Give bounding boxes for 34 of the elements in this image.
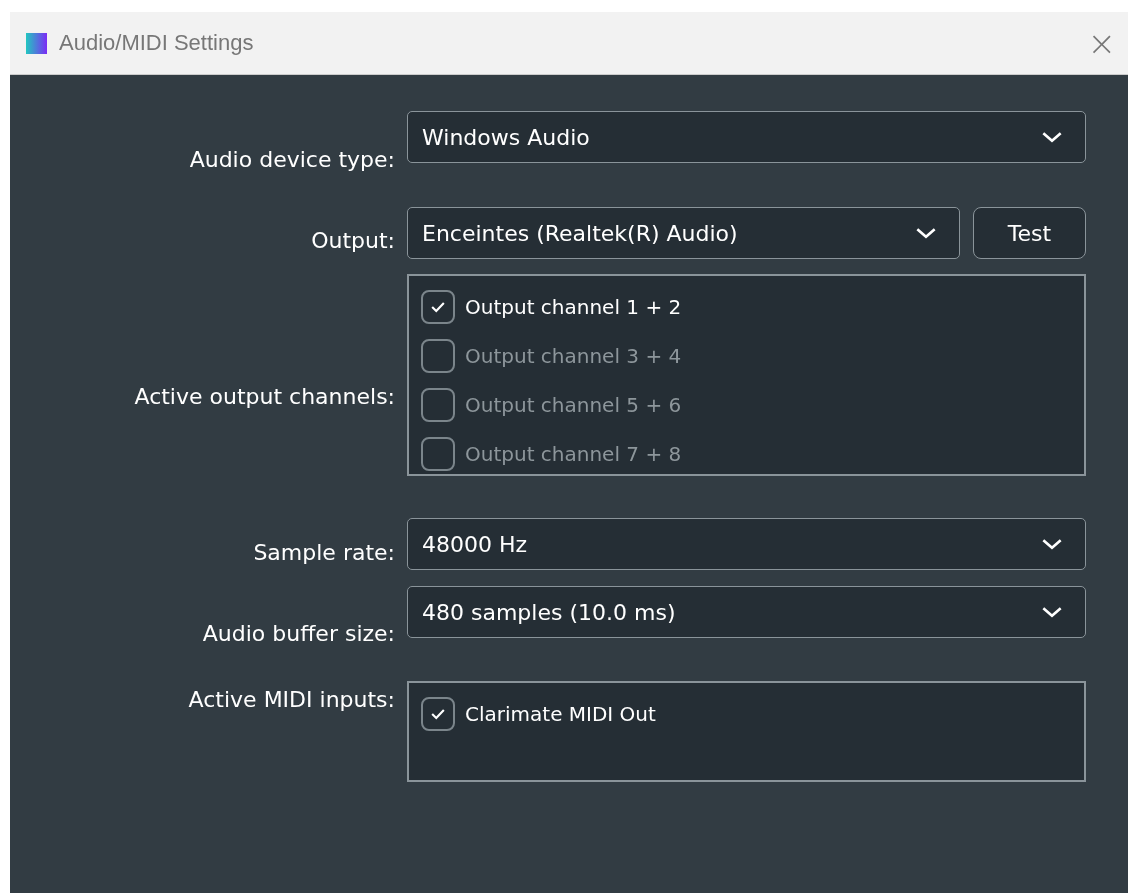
field-label: Audio buffer size: <box>201 621 395 646</box>
checkbox[interactable] <box>421 387 455 422</box>
test-button[interactable]: Test <box>973 207 1086 259</box>
field-label: Active MIDI inputs: <box>187 686 395 712</box>
field-label: Active output channels: <box>133 383 395 409</box>
dropdown-value: 480 samples (10.0 ms) <box>422 599 676 625</box>
checkbox[interactable] <box>421 436 455 471</box>
chevron-down-icon <box>1041 537 1063 551</box>
buffer-size-dropdown[interactable]: 480 samples (10.0 ms) <box>407 586 1086 638</box>
chevron-down-icon <box>1041 130 1063 144</box>
midi-input-label: Clarimate MIDI Out <box>465 701 656 726</box>
dropdown-value: Windows Audio <box>422 124 590 150</box>
checkbox[interactable] <box>421 338 455 373</box>
field-label: Sample rate: <box>252 539 395 565</box>
window-title: Audio/MIDI Settings <box>59 30 255 56</box>
chevron-down-icon <box>1041 605 1063 619</box>
channel-label: Output channel 1 + 2 <box>465 294 682 319</box>
channel-label: Output channel 3 + 4 <box>465 343 682 368</box>
checkbox[interactable] <box>421 696 455 731</box>
field-label: Output: <box>310 228 395 253</box>
field-label: Audio device type: <box>188 146 395 172</box>
sample-rate-dropdown[interactable]: 48000 Hz <box>407 518 1086 570</box>
checkbox[interactable] <box>421 289 455 324</box>
output-dropdown[interactable]: Enceintes (Realtek(R) Audio) <box>407 207 960 259</box>
close-button[interactable]: × <box>1079 23 1124 63</box>
app-logo-icon <box>26 32 47 54</box>
dropdown-value: 48000 Hz <box>422 531 528 557</box>
check-icon <box>431 300 445 313</box>
chevron-down-icon <box>915 226 937 240</box>
dropdown-value: Enceintes (Realtek(R) Audio) <box>422 220 738 246</box>
channel-label: Output channel 7 + 8 <box>465 441 682 466</box>
device-type-dropdown[interactable]: Windows Audio <box>407 111 1086 163</box>
check-icon <box>431 707 445 720</box>
channel-label: Output channel 5 + 6 <box>465 392 682 417</box>
